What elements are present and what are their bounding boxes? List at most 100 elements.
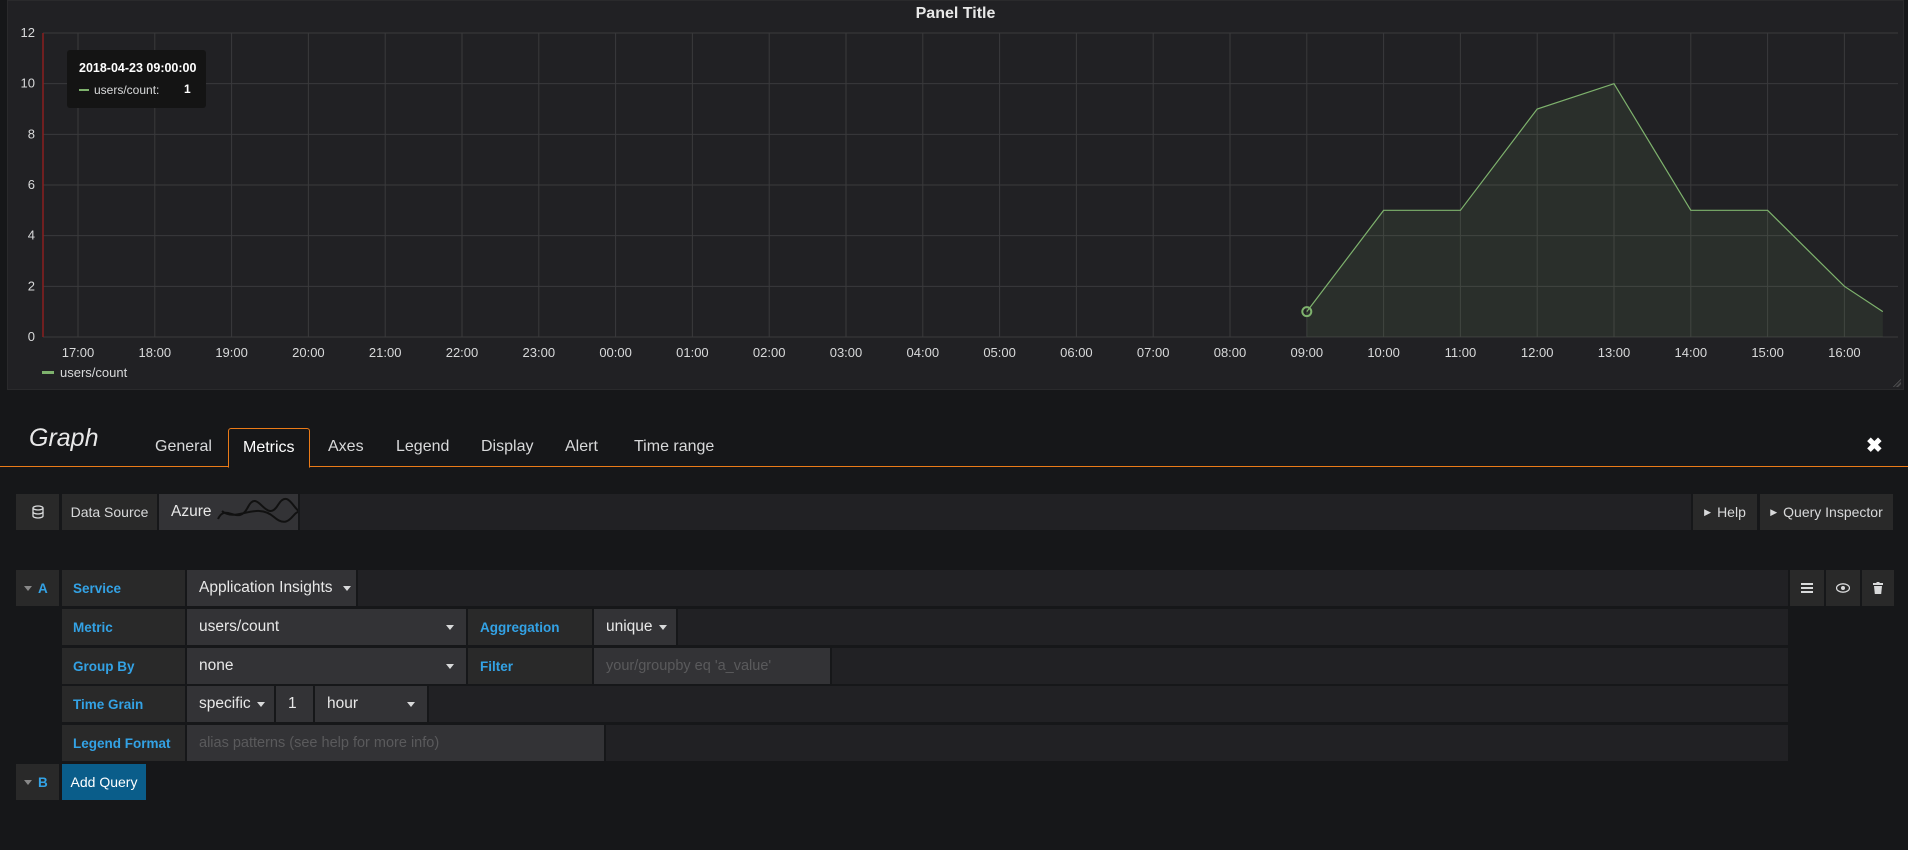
time-grain-spacer (429, 686, 1788, 722)
x-tick-label: 07:00 (1137, 345, 1170, 360)
trash-icon[interactable] (1862, 570, 1894, 606)
x-tick-label: 13:00 (1598, 345, 1631, 360)
service-label: Service (62, 570, 185, 606)
data-source-select[interactable]: Azure (159, 494, 298, 530)
chart[interactable]: 0 2 4 6 8 10 12 17:00 18:00 19:00 20:00 21:00 22:00 2… (8, 1, 1905, 391)
x-tick-label: 12:00 (1521, 345, 1554, 360)
metric-label-text: Metric (73, 619, 113, 635)
aggregation-label: Aggregation (468, 609, 592, 645)
graph-panel: 0 2 4 6 8 10 12 17:00 18:00 19:00 20:00 21:00 22:00 2… (7, 0, 1904, 390)
editor-title: Graph (29, 424, 99, 452)
x-tick-label: 20:00 (292, 345, 325, 360)
redacted-scribble (216, 497, 298, 523)
panel-title[interactable]: Panel Title (8, 5, 1903, 23)
legend-format-spacer (606, 725, 1788, 761)
tab-time-range[interactable]: Time range (620, 428, 728, 466)
x-tick-label: 08:00 (1214, 345, 1247, 360)
group-by-select[interactable]: none (187, 648, 466, 684)
x-tick-label: 11:00 (1445, 345, 1477, 360)
x-tick-label: 16:00 (1828, 345, 1861, 360)
metric-spacer (678, 609, 1788, 645)
x-tick-label: 06:00 (1060, 345, 1093, 360)
tab-legend[interactable]: Legend (382, 428, 463, 466)
data-source-spacer (300, 494, 1691, 530)
help-button[interactable]: ▶ Help (1693, 494, 1757, 530)
service-value: Application Insights (199, 579, 333, 596)
group-by-label: Group By (62, 648, 185, 684)
time-grain-unit-select[interactable]: hour (315, 686, 427, 722)
eye-icon[interactable] (1826, 570, 1860, 606)
x-tick-label: 00:00 (599, 345, 632, 360)
x-tick-label: 15:00 (1751, 345, 1784, 360)
time-grain-mode-select[interactable]: specific (187, 686, 274, 722)
time-grain-mode: specific (199, 695, 251, 712)
service-label-text: Service (73, 580, 122, 596)
data-source-value: Azure (171, 503, 212, 520)
legend-item[interactable]: users/count (42, 365, 127, 380)
caret-right-icon: ▶ (1770, 506, 1778, 517)
caret-right-icon: ▶ (1704, 506, 1712, 517)
query-b-toggle[interactable]: B (16, 764, 59, 800)
x-tick-label: 18:00 (139, 345, 172, 360)
query-a-ref: A (38, 580, 48, 596)
x-tick-label: 03:00 (830, 345, 863, 360)
x-tick-label: 21:00 (369, 345, 402, 360)
add-query-button[interactable]: Add Query (62, 764, 146, 800)
time-grain-unit: hour (327, 695, 359, 712)
group-by-value: none (199, 657, 234, 674)
metric-label: Metric (62, 609, 185, 645)
x-tick-label: 01:00 (676, 345, 709, 360)
query-inspector-button[interactable]: ▶ Query Inspector (1760, 494, 1893, 530)
tab-display[interactable]: Display (467, 428, 547, 466)
x-tick-label: 14:00 (1675, 345, 1708, 360)
tooltip-time: 2018-04-23 09:00:00 (79, 61, 197, 75)
service-select[interactable]: Application Insights (187, 570, 356, 606)
legend-format-label: Legend Format (62, 725, 185, 761)
y-tick-label: 2 (28, 278, 35, 293)
caret-down-icon (407, 701, 415, 707)
x-tick-label: 02:00 (753, 345, 786, 360)
metric-select[interactable]: users/count (187, 609, 466, 645)
x-tick-label: 10:00 (1367, 345, 1400, 360)
close-icon[interactable]: ✖ (1866, 433, 1883, 458)
query-a-toggle[interactable]: A (16, 570, 59, 606)
time-grain-number: 1 (288, 695, 297, 712)
x-tick-label: 17:00 (62, 345, 95, 360)
filter-input[interactable]: your/groupby eq 'a_value' (594, 648, 830, 684)
y-tick-label: 4 (28, 228, 35, 243)
caret-down-icon (446, 624, 454, 630)
tooltip-series: users/count: (79, 83, 159, 97)
group-by-spacer (832, 648, 1788, 684)
tooltip-series-label: users/count: (94, 83, 160, 97)
help-label: Help (1717, 504, 1746, 520)
resize-handle[interactable] (1893, 379, 1901, 387)
caret-down-icon (256, 701, 265, 707)
time-grain-number-input[interactable]: 1 (276, 686, 313, 722)
y-tick-label: 12 (21, 25, 35, 40)
time-grain-label: Time Grain (62, 686, 185, 722)
aggregation-value: unique (606, 618, 653, 635)
database-icon[interactable] (16, 494, 59, 530)
tab-general[interactable]: General (141, 428, 226, 466)
legend-label: users/count (60, 365, 128, 380)
caret-down-icon (446, 663, 454, 669)
query-b-ref: B (38, 774, 48, 790)
caret-down-icon (24, 585, 32, 591)
legend-format-label-text: Legend Format (73, 735, 171, 751)
aggregation-label-text: Aggregation (480, 619, 560, 635)
tooltip-swatch (79, 89, 89, 91)
x-tick-label: 09:00 (1291, 345, 1324, 360)
y-tick-label: 8 (28, 126, 35, 141)
menu-icon[interactable] (1790, 570, 1824, 606)
legend-format-input[interactable]: alias patterns (see help for more info) (187, 725, 604, 761)
x-tick-label: 23:00 (523, 345, 556, 360)
caret-down-icon (342, 585, 351, 591)
tab-metrics[interactable]: Metrics (228, 428, 310, 468)
tooltip-value: 1 (184, 82, 191, 96)
aggregation-select[interactable]: unique (594, 609, 676, 645)
y-tick-label: 0 (28, 329, 35, 344)
x-tick-label: 04:00 (907, 345, 940, 360)
tab-alert[interactable]: Alert (551, 428, 612, 466)
filter-label-text: Filter (480, 658, 514, 674)
tab-axes[interactable]: Axes (314, 428, 378, 466)
